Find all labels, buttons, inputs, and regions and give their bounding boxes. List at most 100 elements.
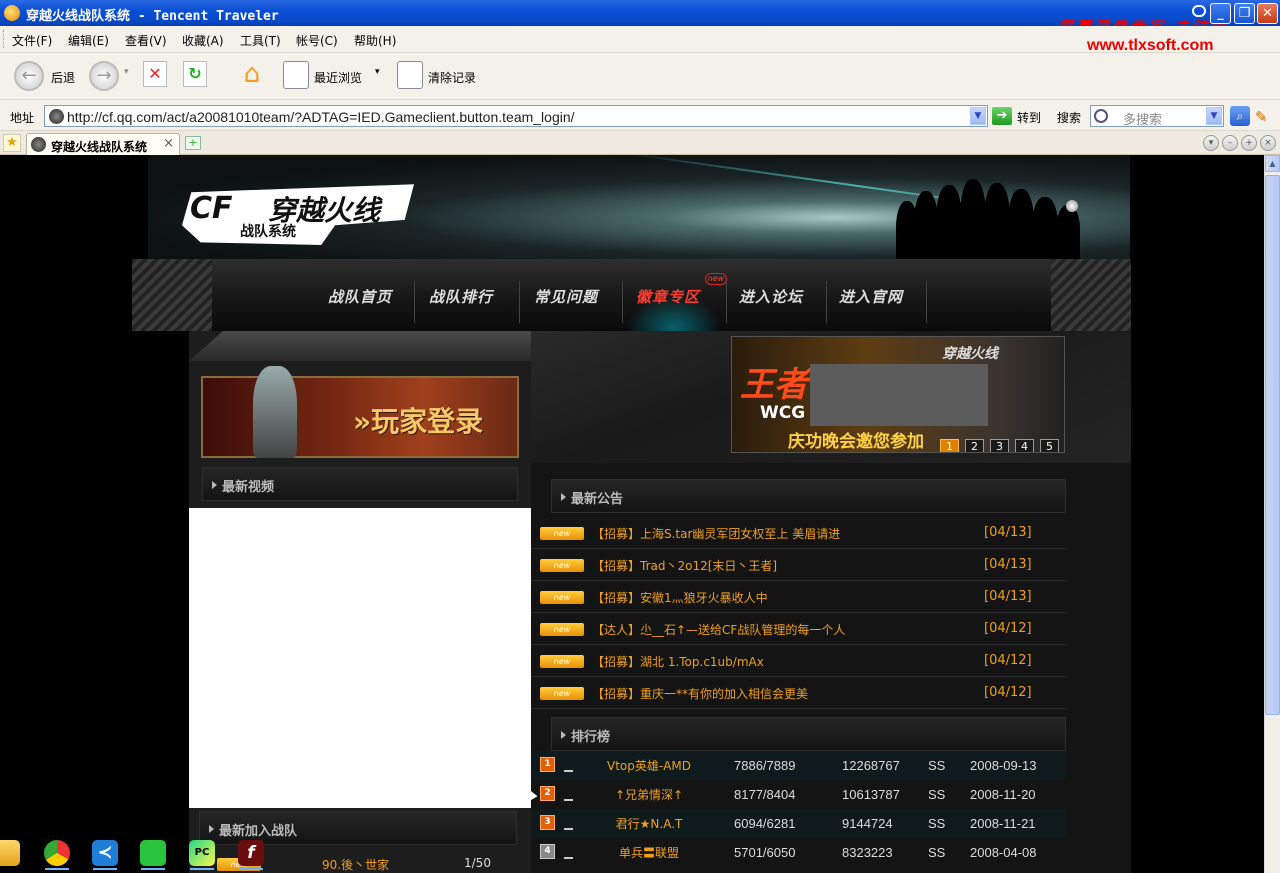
refresh-icon[interactable]: ↻ [183,61,207,87]
menu-tools[interactable]: 工具(T) [240,32,281,49]
new-badge: new [540,591,584,604]
nav-forum[interactable]: 进入论坛 [739,286,803,307]
address-label: 地址 [10,111,35,125]
recent-dropdown-icon[interactable]: ▾ [375,67,380,77]
news-row[interactable]: new 【招募】湖北 1.Top.c1ub/mAx [04/12] [531,645,1066,677]
search-placeholder[interactable]: 多搜索 [1123,109,1162,128]
search-dropdown-icon[interactable]: ▼ [1206,107,1222,125]
tab-restore-icon[interactable]: + [1241,135,1257,151]
chrome-icon[interactable] [44,840,70,866]
rank-team-name[interactable]: 君行★N.A.T [584,815,714,832]
rank-members: 5701/6050 [734,845,796,860]
folder-icon[interactable] [0,840,20,866]
nav-official-site[interactable]: 进入官网 [839,286,903,307]
stop-icon[interactable]: ✕ [143,61,167,87]
vscode-icon[interactable]: ≺ [92,840,118,866]
news-item-title[interactable]: 【招募】安徽1灬狼牙火暴收人中 [592,589,768,606]
tab-title[interactable]: 穿越火线战队系统 [51,138,147,155]
recent-history-icon[interactable] [283,61,309,89]
rank-row[interactable]: 4 单兵〓联盟 5701/6050 8323223 SS 2008-04-08 [531,838,1066,867]
tab-active[interactable]: 穿越火线战队系统 × [26,133,180,155]
nav-team-home[interactable]: 战队首页 [328,286,392,307]
join-team-name[interactable]: 90.後丶世家 [322,856,389,873]
rank-trend-icon [564,770,573,772]
tab-minimize-icon[interactable]: – [1222,135,1238,151]
search-icon[interactable]: ⌕ [1230,106,1250,126]
forward-dropdown-icon[interactable]: ▾ [124,67,129,77]
flash-icon[interactable]: f [238,840,264,866]
rank-team-name[interactable]: Vtop英雄-AMD [584,757,714,774]
search-engine-icon[interactable] [1094,109,1108,123]
news-row[interactable]: new 【招募】上海S.tar幽灵军团女权至上 美眉请进 [04/13] [531,517,1066,549]
scroll-up-icon[interactable]: ▲ [1265,155,1280,172]
go-label[interactable]: 转到 [1017,109,1041,126]
favorites-star-icon[interactable]: ★ [3,134,21,152]
menu-account[interactable]: 帐号(C) [296,32,338,49]
new-tab-icon[interactable]: + [185,136,201,150]
video-player[interactable] [189,508,531,808]
pencil-icon[interactable]: ✎ [1255,108,1271,126]
url-input[interactable]: http://cf.qq.com/act/a20081010team/?ADTA… [44,105,988,127]
promo-page-3[interactable]: 3 [990,439,1009,452]
tab-close-all-icon[interactable]: × [1260,135,1276,151]
menu-favorites[interactable]: 收藏(A) [182,32,224,49]
section-arrow-icon [209,825,214,833]
promo-page-5[interactable]: 5 [1040,439,1059,452]
minimize-button[interactable]: _ [1210,3,1231,24]
search-input[interactable]: 多搜索 ▼ [1090,105,1224,128]
tab-list-icon[interactable]: ▾ [1203,135,1219,151]
news-row[interactable]: new 【招募】安徽1灬狼牙火暴收人中 [04/13] [531,581,1066,613]
rank-level: SS [928,816,946,831]
player-login-button[interactable]: »玩家登录 [201,366,519,458]
menu-view[interactable]: 查看(V) [125,32,167,49]
news-row[interactable]: new 【达人】尐__石↑—送给CF战队管理的每一个人 [04/12] [531,613,1066,645]
rank-row[interactable]: 2 ↑兄弟情深↑ 8177/8404 10613787 SS 2008-11-2… [531,780,1066,809]
clear-history-icon[interactable] [397,61,423,89]
chat-icon[interactable] [1192,5,1206,17]
site-favicon [49,109,64,124]
rank-team-name[interactable]: 单兵〓联盟 [584,844,714,861]
nav-faq[interactable]: 常见问题 [534,286,598,307]
football-icon [1066,200,1078,212]
rank-trend-icon [564,857,573,859]
forward-arrow-icon[interactable]: → [89,61,119,91]
back-label[interactable]: 后退 [51,69,75,86]
news-row[interactable]: new 【招募】Trad丶2o12[末日丶王者] [04/13] [531,549,1066,581]
nav-team-rank[interactable]: 战队排行 [429,286,493,307]
url-dropdown-icon[interactable]: ▼ [970,107,986,125]
news-item-date: [04/12] [984,653,1032,668]
promo-page-1[interactable]: 1 [940,439,959,452]
promo-page-4[interactable]: 4 [1015,439,1034,452]
news-item-title[interactable]: 【达人】尐__石↑—送给CF战队管理的每一个人 [592,621,845,638]
news-item-title[interactable]: 【招募】重庆一**有你的加入相信会更美 [592,685,808,702]
go-arrow-icon[interactable]: ➔ [992,107,1012,125]
scroll-thumb[interactable] [1265,175,1280,715]
tab-close-icon[interactable]: × [163,136,174,151]
rank-row[interactable]: 3 君行★N.A.T 6094/6281 9144724 SS 2008-11-… [531,809,1066,838]
menu-edit[interactable]: 编辑(E) [68,32,109,49]
nav-badge-zone[interactable]: 徽章专区 [636,286,700,307]
rank-row[interactable]: 1 Vtop英雄-AMD 7886/7889 12268767 SS 2008-… [531,751,1066,780]
news-item-title[interactable]: 【招募】Trad丶2o12[末日丶王者] [592,557,777,574]
menu-help[interactable]: 帮助(H) [354,32,396,49]
close-button[interactable]: ✕ [1257,3,1278,24]
news-row[interactable]: new 【招募】重庆一**有你的加入相信会更美 [04/12] [531,677,1066,709]
new-badge: new [540,527,584,540]
menu-file[interactable]: 文件(F) [12,32,52,49]
vertical-scrollbar[interactable]: ▲ [1264,155,1280,873]
news-item-title[interactable]: 【招募】上海S.tar幽灵军团女权至上 美眉请进 [592,525,840,542]
pycharm-icon[interactable]: PC [189,840,215,866]
player-login-label[interactable]: »玩家登录 [353,400,483,440]
home-icon[interactable]: ⌂ [236,61,268,89]
promo-page-2[interactable]: 2 [965,439,984,452]
url-text[interactable]: http://cf.qq.com/act/a20081010team/?ADTA… [67,109,575,125]
wechat-icon[interactable] [140,840,166,866]
restore-button[interactable]: ❐ [1234,3,1255,24]
promo-banner[interactable]: 王者归来 穿越火线 WCG 庆功晚会邀您参加 1 2 3 4 5 [731,336,1065,453]
news-item-title[interactable]: 【招募】湖北 1.Top.c1ub/mAx [592,653,764,670]
rank-team-name[interactable]: ↑兄弟情深↑ [584,786,714,803]
recent-label[interactable]: 最近浏览 [314,69,362,86]
back-arrow-icon[interactable]: ← [14,61,44,91]
clear-history-label[interactable]: 清除记录 [428,69,476,86]
rank-score: 10613787 [842,787,900,802]
